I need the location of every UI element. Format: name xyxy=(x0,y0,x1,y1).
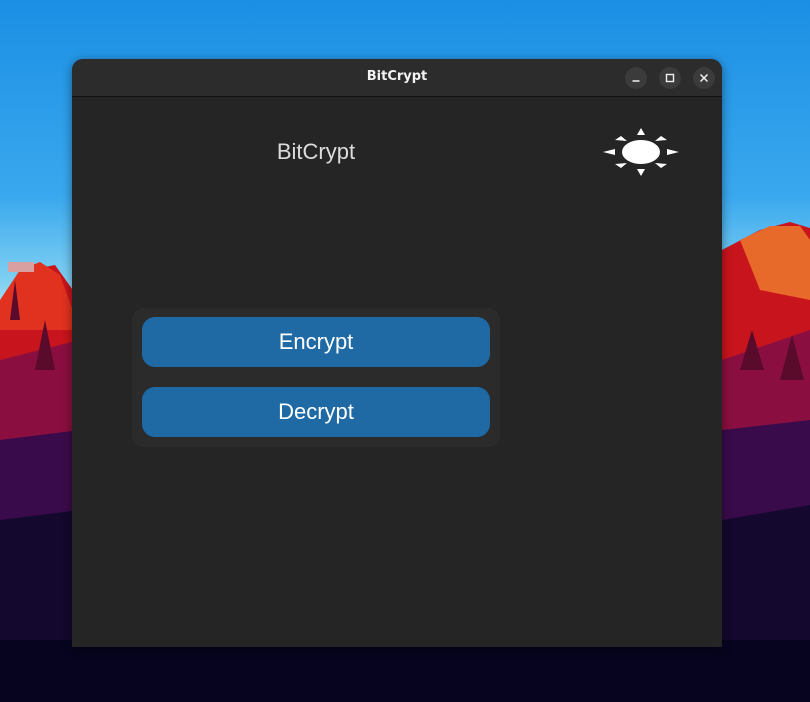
decrypt-button[interactable]: Decrypt xyxy=(142,387,490,437)
maximize-button[interactable] xyxy=(659,67,681,89)
close-button[interactable] xyxy=(693,67,715,89)
app-window: BitCrypt BitCrypt Encrypt Decrypt xyxy=(72,59,722,647)
close-icon xyxy=(699,73,709,83)
encrypt-button[interactable]: Encrypt xyxy=(142,317,490,367)
maximize-icon xyxy=(665,73,675,83)
minimize-icon xyxy=(632,80,640,82)
titlebar[interactable]: BitCrypt xyxy=(72,59,722,97)
desktop: BitCrypt BitCrypt Encrypt Decrypt xyxy=(0,0,810,702)
app-heading: BitCrypt xyxy=(276,139,356,164)
actions-panel: Encrypt Decrypt xyxy=(132,308,500,447)
sun-icon xyxy=(603,128,679,176)
theme-toggle-button[interactable] xyxy=(602,127,680,177)
minimize-button[interactable] xyxy=(625,67,647,89)
